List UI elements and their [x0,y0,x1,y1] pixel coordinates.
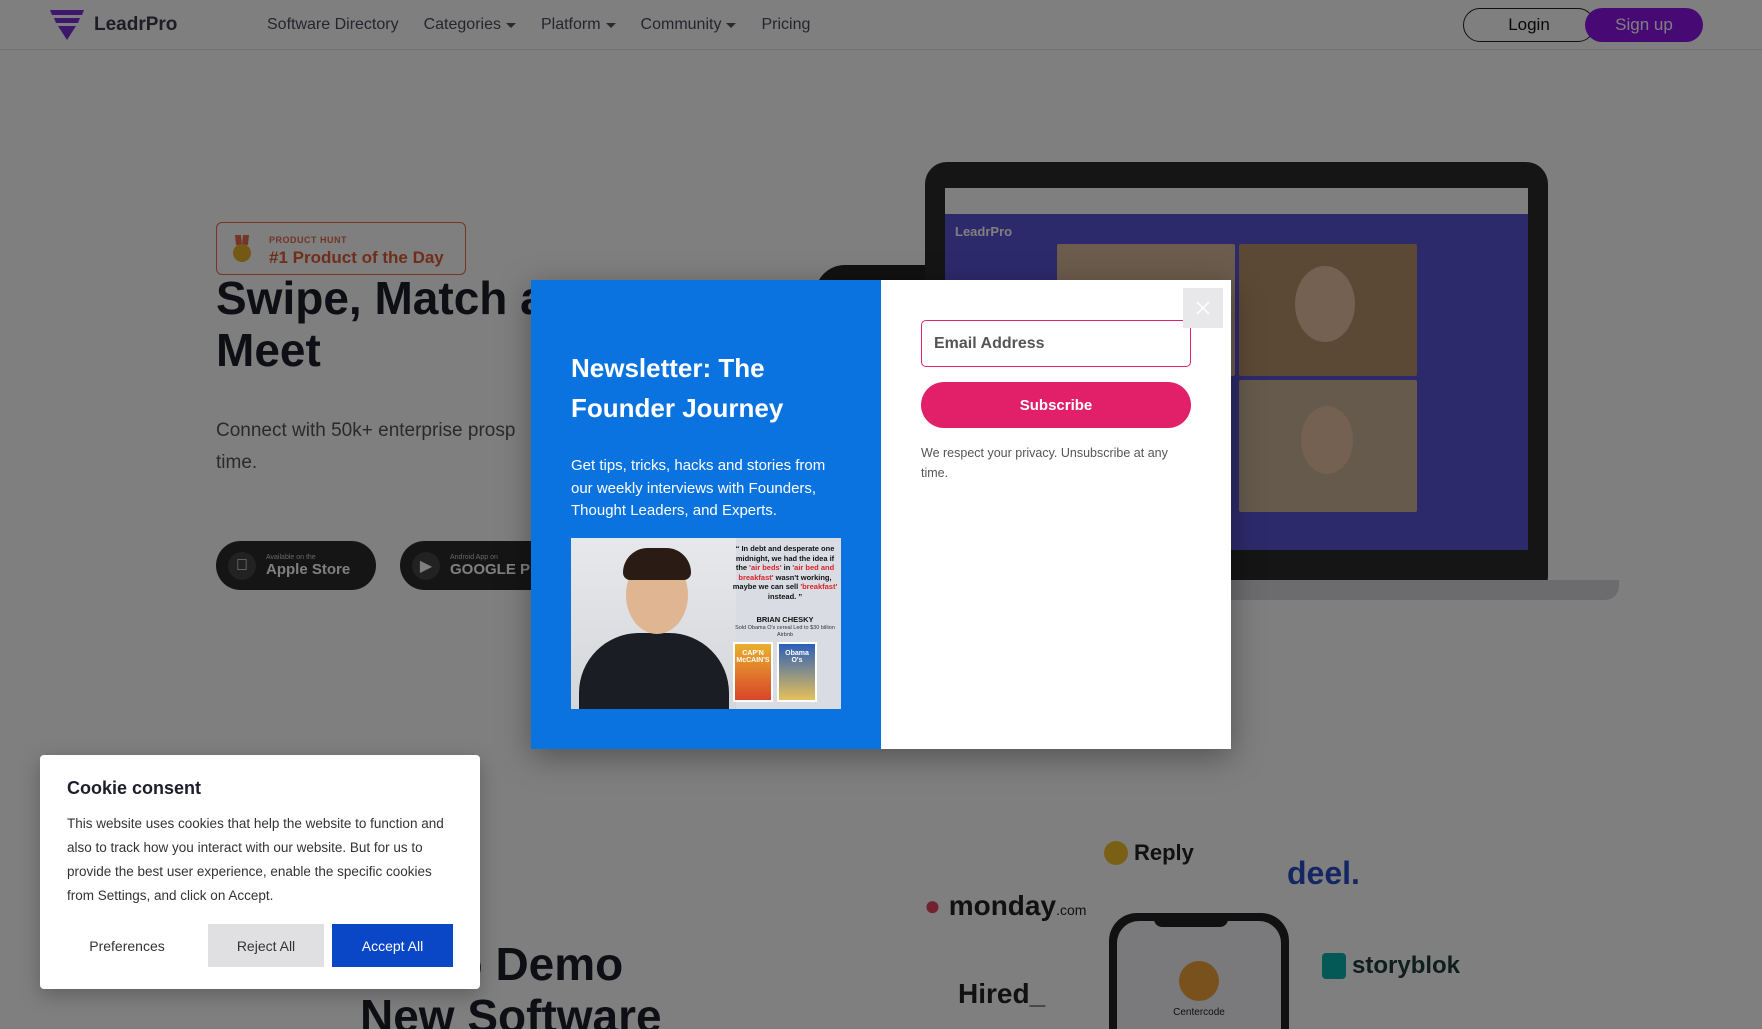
portrait [571,538,736,709]
cereal-box: CAP'N McCAIN'S [733,642,773,702]
reject-all-button[interactable]: Reject All [208,924,324,967]
email-field[interactable] [921,320,1191,367]
quote-highlight: 'air beds' [749,563,782,572]
close-icon [1196,301,1210,315]
quote-text: in [783,563,791,572]
cereal-label: CAP'N McCAIN'S [736,650,770,664]
newsletter-modal: Newsletter: The Founder Journey Get tips… [531,280,1231,749]
portrait-hair [623,548,691,580]
cereal-box: Obama O's [777,642,817,702]
quote-author: BRIAN CHESKY [756,615,814,624]
preferences-button[interactable]: Preferences [67,924,187,967]
privacy-note: We respect your privacy. Unsubscribe at … [921,446,1168,480]
quote-author-caption: Sold Obama O's cereal Led to $30 billion… [735,625,835,638]
cookie-text: This website uses cookies that help the … [67,816,444,903]
cookie-title: Cookie consent [67,778,202,798]
newsletter-image: “ In debt and desperate one midnight, we… [571,538,841,709]
cereal-label: Obama O's [785,650,809,664]
newsletter-title: Newsletter: The Founder Journey [571,353,784,423]
portrait-body [579,633,729,709]
image-quote: “ In debt and desperate one midnight, we… [732,544,838,601]
subscribe-button[interactable]: Subscribe [921,382,1191,428]
quote-highlight: 'breakfast' [800,582,838,591]
modal-promo-panel: Newsletter: The Founder Journey Get tips… [531,280,881,749]
quote-text: instead. [767,591,797,601]
accept-all-button[interactable]: Accept All [332,924,453,967]
close-button[interactable] [1183,288,1223,328]
cookie-consent-dialog: Cookie consent This website uses cookies… [40,755,480,989]
newsletter-description: Get tips, tricks, hacks and stories from… [571,457,826,519]
